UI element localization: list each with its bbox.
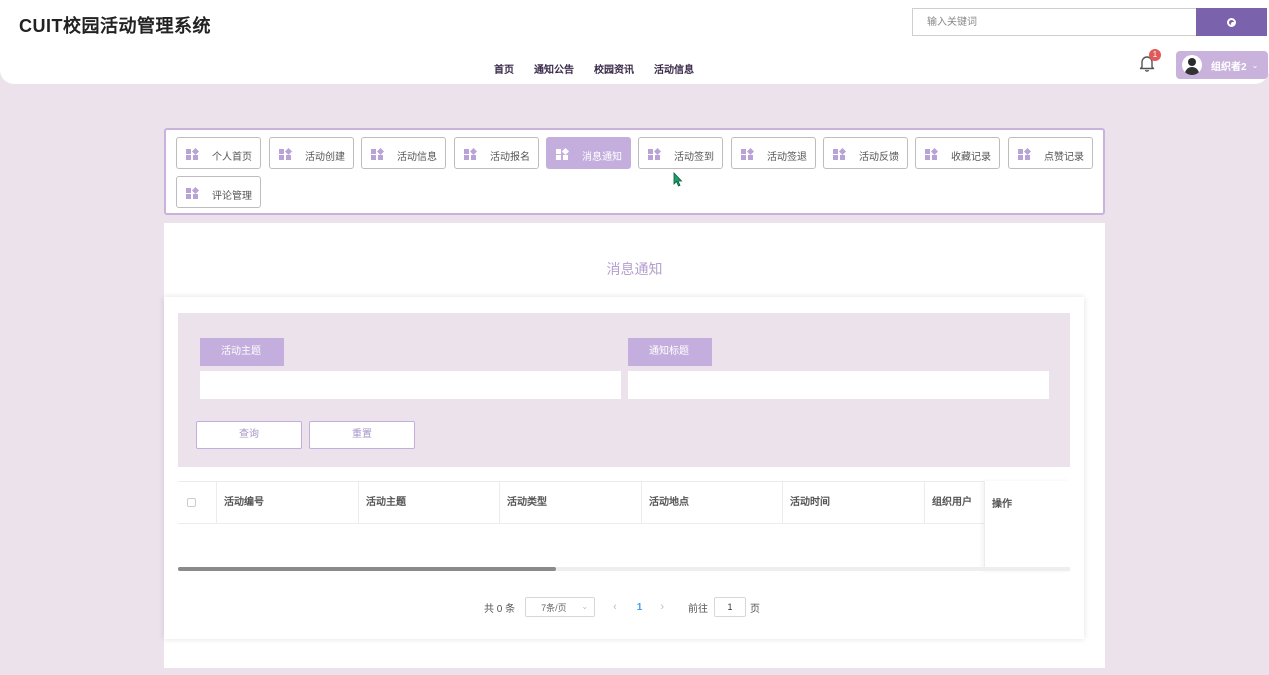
page-size-select[interactable]: 7条/页 ⌄ [525,597,596,617]
nav-home[interactable]: 首页 [494,61,514,76]
pagination: 共 0 条 7条/页 ⌄ ‹ 1 › 前往 页 [484,597,760,617]
activity-theme-label: 活动主题 [200,338,284,366]
grid-icon [925,147,939,160]
user-menu-panel: 个人首页 活动创建 活动信息 活动报名 消息通知 活动签到 活动签退 活动反馈 … [164,128,1105,215]
col-activity-type[interactable]: 活动类型 [500,482,642,523]
select-all-cell [178,482,217,523]
total-count: 共 0 条 [484,603,516,615]
search-bar [912,8,1267,36]
activity-theme-input[interactable] [200,371,621,399]
nav-activity-info[interactable]: 活动信息 [654,61,694,76]
goto-page-input[interactable] [714,597,747,617]
grid-icon [371,147,385,160]
search-input[interactable] [912,8,1196,36]
select-all-checkbox[interactable] [187,498,196,507]
actions-column: 操作 [984,481,1070,571]
reset-button[interactable]: 重置 [309,421,415,449]
data-table: 活动编号 活动主题 活动类型 活动地点 活动时间 组织用户 操作 [178,481,1070,571]
menu-item-checkin[interactable]: 活动签到 [638,137,723,169]
main-nav: 首页 通知公告 校园资讯 活动信息 [494,61,694,76]
horizontal-scrollbar-thumb[interactable] [178,567,556,571]
nav-announcements[interactable]: 通知公告 [534,61,574,76]
notice-title-label: 通知标题 [628,338,712,366]
table-header: 活动编号 活动主题 活动类型 活动地点 活动时间 组织用户 [178,481,1070,524]
menu-item-checkout[interactable]: 活动签退 [731,137,816,169]
menu-item-likes[interactable]: 点赞记录 [1008,137,1093,169]
page-title: 消息通知 [606,261,663,277]
prev-page-button[interactable]: ‹ [613,601,617,613]
menu-item-feedback[interactable]: 活动反馈 [823,137,908,169]
menu-item-personal-home[interactable]: 个人首页 [176,137,261,169]
mouse-cursor-icon [673,172,683,187]
query-button[interactable]: 查询 [196,421,302,449]
chevron-down-icon: ⌄ [581,602,589,611]
col-actions: 操作 [992,499,1012,510]
menu-item-activity-signup[interactable]: 活动报名 [454,137,539,169]
page-number[interactable]: 1 [637,602,643,613]
menu-item-favorites[interactable]: 收藏记录 [915,137,1000,169]
goto-label: 前往 [688,603,709,615]
grid-icon [464,147,478,160]
content-card: 活动主题 通知标题 查询 重置 活动编号 活动主题 活动类型 活动地点 活动时间… [164,297,1084,639]
menu-item-activity-info[interactable]: 活动信息 [361,137,446,169]
nav-campus-news[interactable]: 校园资讯 [594,61,634,76]
menu-item-comments[interactable]: 评论管理 [176,176,261,208]
grid-icon [279,147,293,160]
grid-icon [1018,147,1032,160]
main-panel: 消息通知 活动主题 通知标题 查询 重置 活动编号 活动主题 活动类型 活动地点… [164,223,1105,668]
user-menu[interactable]: 组织者2 ⌄ [1176,51,1268,79]
next-page-button[interactable]: › [660,601,664,613]
search-icon [1227,17,1236,27]
page-suffix: 页 [750,603,761,615]
grid-icon [186,186,200,199]
menu-item-activity-create[interactable]: 活动创建 [269,137,354,169]
avatar [1182,55,1202,75]
notice-title-input[interactable] [628,371,1049,399]
chevron-down-icon: ⌄ [1251,60,1259,70]
user-name: 组织者2 [1211,61,1247,73]
col-activity-id[interactable]: 活动编号 [217,482,359,523]
notification-badge: 1 [1149,49,1161,61]
search-button[interactable] [1196,8,1267,36]
grid-icon [833,147,847,160]
filter-section: 活动主题 通知标题 查询 重置 [178,313,1070,467]
site-logo[interactable]: CUIT校园活动管理系统 [19,12,211,38]
col-activity-location[interactable]: 活动地点 [642,482,783,523]
grid-icon [741,147,755,160]
menu-item-messages[interactable]: 消息通知 [546,137,631,169]
col-activity-time[interactable]: 活动时间 [783,482,925,523]
top-header: CUIT校园活动管理系统 首页 通知公告 校园资讯 活动信息 1 组织者2 ⌄ [0,0,1269,84]
col-activity-theme[interactable]: 活动主题 [359,482,500,523]
grid-icon [556,147,570,160]
grid-icon [648,147,662,160]
grid-icon [186,147,200,160]
